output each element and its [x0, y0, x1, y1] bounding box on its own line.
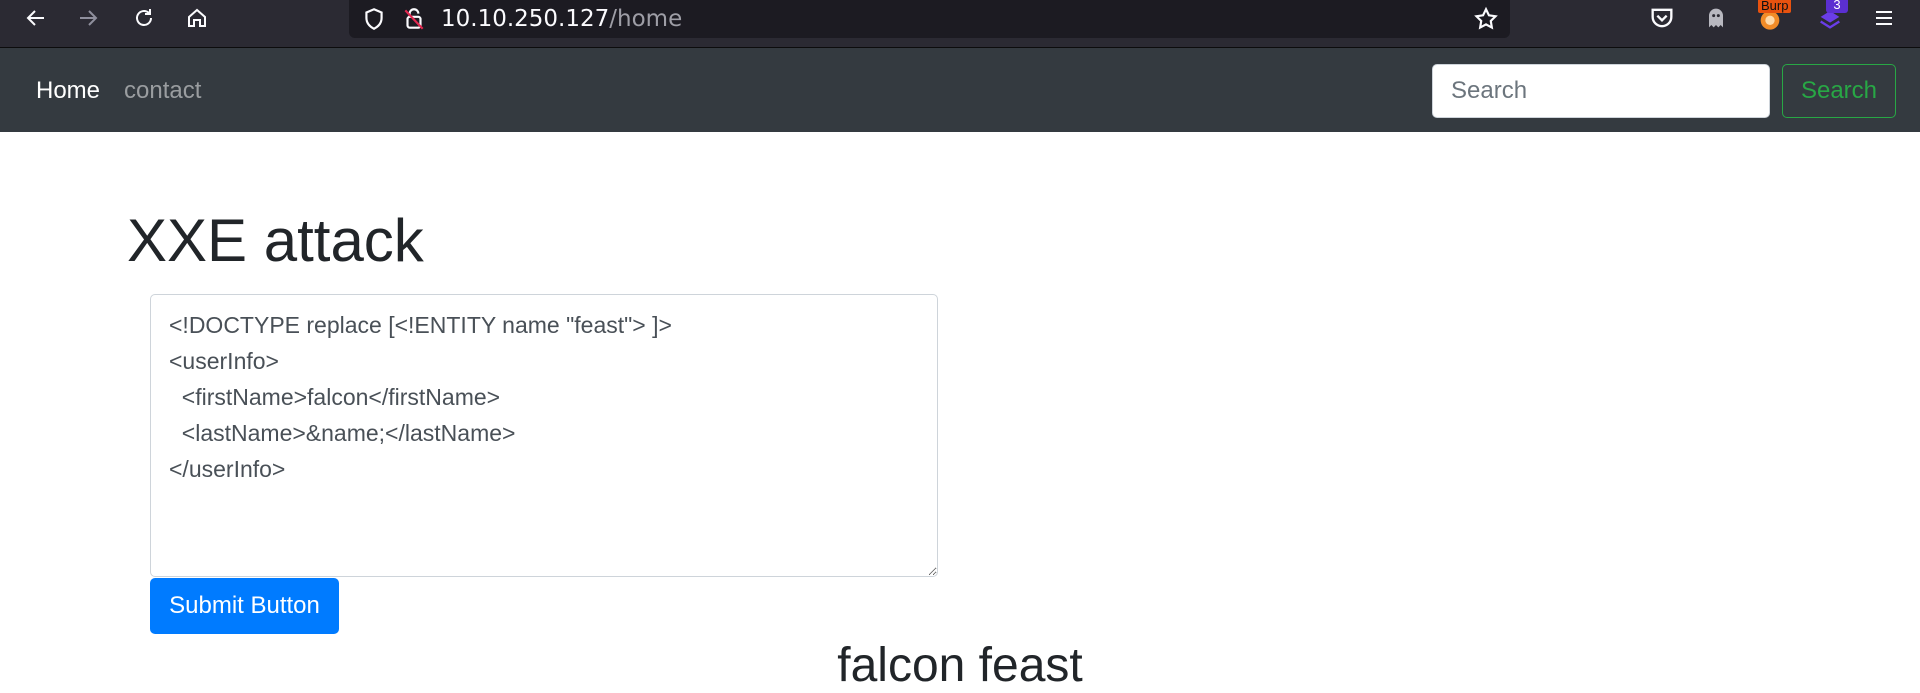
menu-icon[interactable] — [1864, 0, 1904, 36]
search-input[interactable] — [1432, 64, 1770, 118]
nav-home-link[interactable]: Home — [36, 77, 100, 105]
browser-toolbar: 10.10.250.127/home Burp 3 — [0, 0, 1920, 48]
url-text: 10.10.250.127/home — [441, 6, 682, 32]
insecure-lock-icon[interactable] — [401, 6, 427, 32]
ghost-extension-icon[interactable] — [1702, 4, 1730, 32]
url-path: /home — [609, 6, 683, 32]
nav-contact-link[interactable]: contact — [124, 77, 201, 105]
pocket-icon[interactable] — [1648, 4, 1676, 32]
forward-icon[interactable] — [68, 0, 108, 36]
submit-button[interactable]: Submit Button — [150, 578, 339, 634]
bookmark-star-icon[interactable] — [1473, 6, 1499, 32]
page-title: XXE attack — [127, 207, 424, 274]
back-icon[interactable] — [16, 0, 56, 36]
result-text: falcon feast — [837, 639, 1083, 692]
site-navbar: Home contact Search — [0, 48, 1920, 132]
url-host: 10.10.250.127 — [441, 6, 610, 32]
home-icon[interactable] — [177, 0, 217, 36]
reload-icon[interactable] — [124, 0, 164, 36]
url-bar[interactable]: 10.10.250.127/home — [349, 0, 1510, 38]
extension-badge: 3 — [1826, 0, 1848, 13]
search-button[interactable]: Search — [1782, 64, 1896, 118]
burp-label: Burp — [1758, 0, 1792, 13]
xml-input[interactable]: <!DOCTYPE replace [<!ENTITY name "feast"… — [150, 294, 938, 577]
shield-icon[interactable] — [361, 6, 387, 32]
